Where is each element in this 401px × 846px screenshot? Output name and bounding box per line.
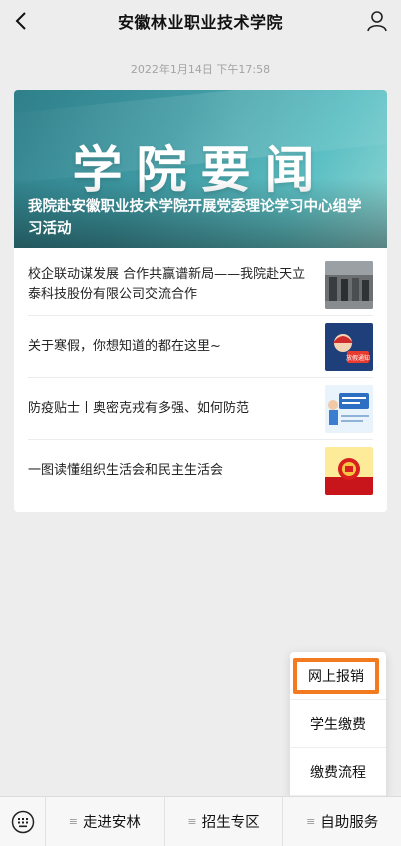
cover-image[interactable]: 学院要闻 我院赴安徽职业技术学院开展党委理论学习中心组学习活动 — [14, 90, 387, 248]
news-title: 防疫贴士丨奥密克戎有多强、如何防范 — [28, 400, 250, 416]
bottom-menu-label: 走进安林 — [82, 815, 141, 831]
bottom-menu-item[interactable]: ≡ 招生专区 — [165, 796, 284, 846]
news-title: 一图读懂组织生活会和民主生活会 — [28, 463, 224, 478]
bottom-menu-label: 自助服务 — [320, 815, 379, 831]
news-title: 校企联动谋发展 合作共赢谱新局——我院赴天立泰科技股份有限公司交流合作 — [28, 266, 306, 302]
thumbnail-label: 放假通知 — [346, 354, 370, 362]
menu-list-icon: ≡ — [306, 815, 316, 828]
bottom-menu-bar: ≡ 走进安林 ≡ 招生专区 ≡ 自助服务 — [0, 796, 401, 846]
profile-icon[interactable] — [365, 9, 389, 33]
menu-list-icon: ≡ — [187, 815, 197, 828]
article-card[interactable]: 学院要闻 我院赴安徽职业技术学院开展党委理论学习中心组学习活动 校企联动谋发展 … — [14, 90, 387, 512]
top-bar: 安徽林业职业技术学院 — [0, 0, 401, 42]
news-item[interactable]: 关于寒假，你想知道的都在这里~ 放假通知 — [28, 316, 373, 378]
news-item[interactable]: 一图读懂组织生活会和民主生活会 — [28, 440, 373, 502]
news-list: 校企联动谋发展 合作共赢谱新局——我院赴天立泰科技股份有限公司交流合作 关于寒假… — [14, 254, 387, 502]
epidemic-tips-thumbnail — [325, 384, 373, 433]
message-timestamp: 2022年1月14日 下午17:58 — [130, 63, 271, 76]
bottom-menu-label: 招生专区 — [201, 815, 260, 831]
meeting-photo-thumbnail — [325, 260, 373, 309]
back-icon[interactable] — [10, 9, 32, 33]
popup-item-payment-process[interactable]: 缴费流程 — [290, 748, 386, 796]
menu-list-icon: ≡ — [68, 815, 78, 828]
holiday-notice-thumbnail: 放假通知 — [325, 322, 373, 371]
popup-submenu: 学生缴费 缴费流程 网上报销 — [290, 652, 386, 798]
party-emblem-thumbnail — [325, 447, 373, 495]
popup-item-online-reimbursement[interactable]: 网上报销 — [293, 658, 379, 694]
popup-item-student-payment[interactable]: 学生缴费 — [290, 700, 386, 748]
news-item[interactable]: 校企联动谋发展 合作共赢谱新局——我院赴天立泰科技股份有限公司交流合作 — [28, 254, 373, 316]
news-title: 关于寒假，你想知道的都在这里~ — [28, 338, 221, 354]
bottom-menu-item[interactable]: ≡ 走进安林 — [46, 796, 165, 846]
keyboard-icon[interactable] — [0, 796, 46, 846]
cover-headline[interactable]: 我院赴安徽职业技术学院开展党委理论学习中心组学习活动 — [28, 196, 375, 240]
bottom-menu-item[interactable]: ≡ 自助服务 — [283, 797, 401, 846]
page-title: 安徽林业职业技术学院 — [117, 13, 283, 32]
news-item[interactable]: 防疫贴士丨奥密克戎有多强、如何防范 — [28, 378, 373, 440]
